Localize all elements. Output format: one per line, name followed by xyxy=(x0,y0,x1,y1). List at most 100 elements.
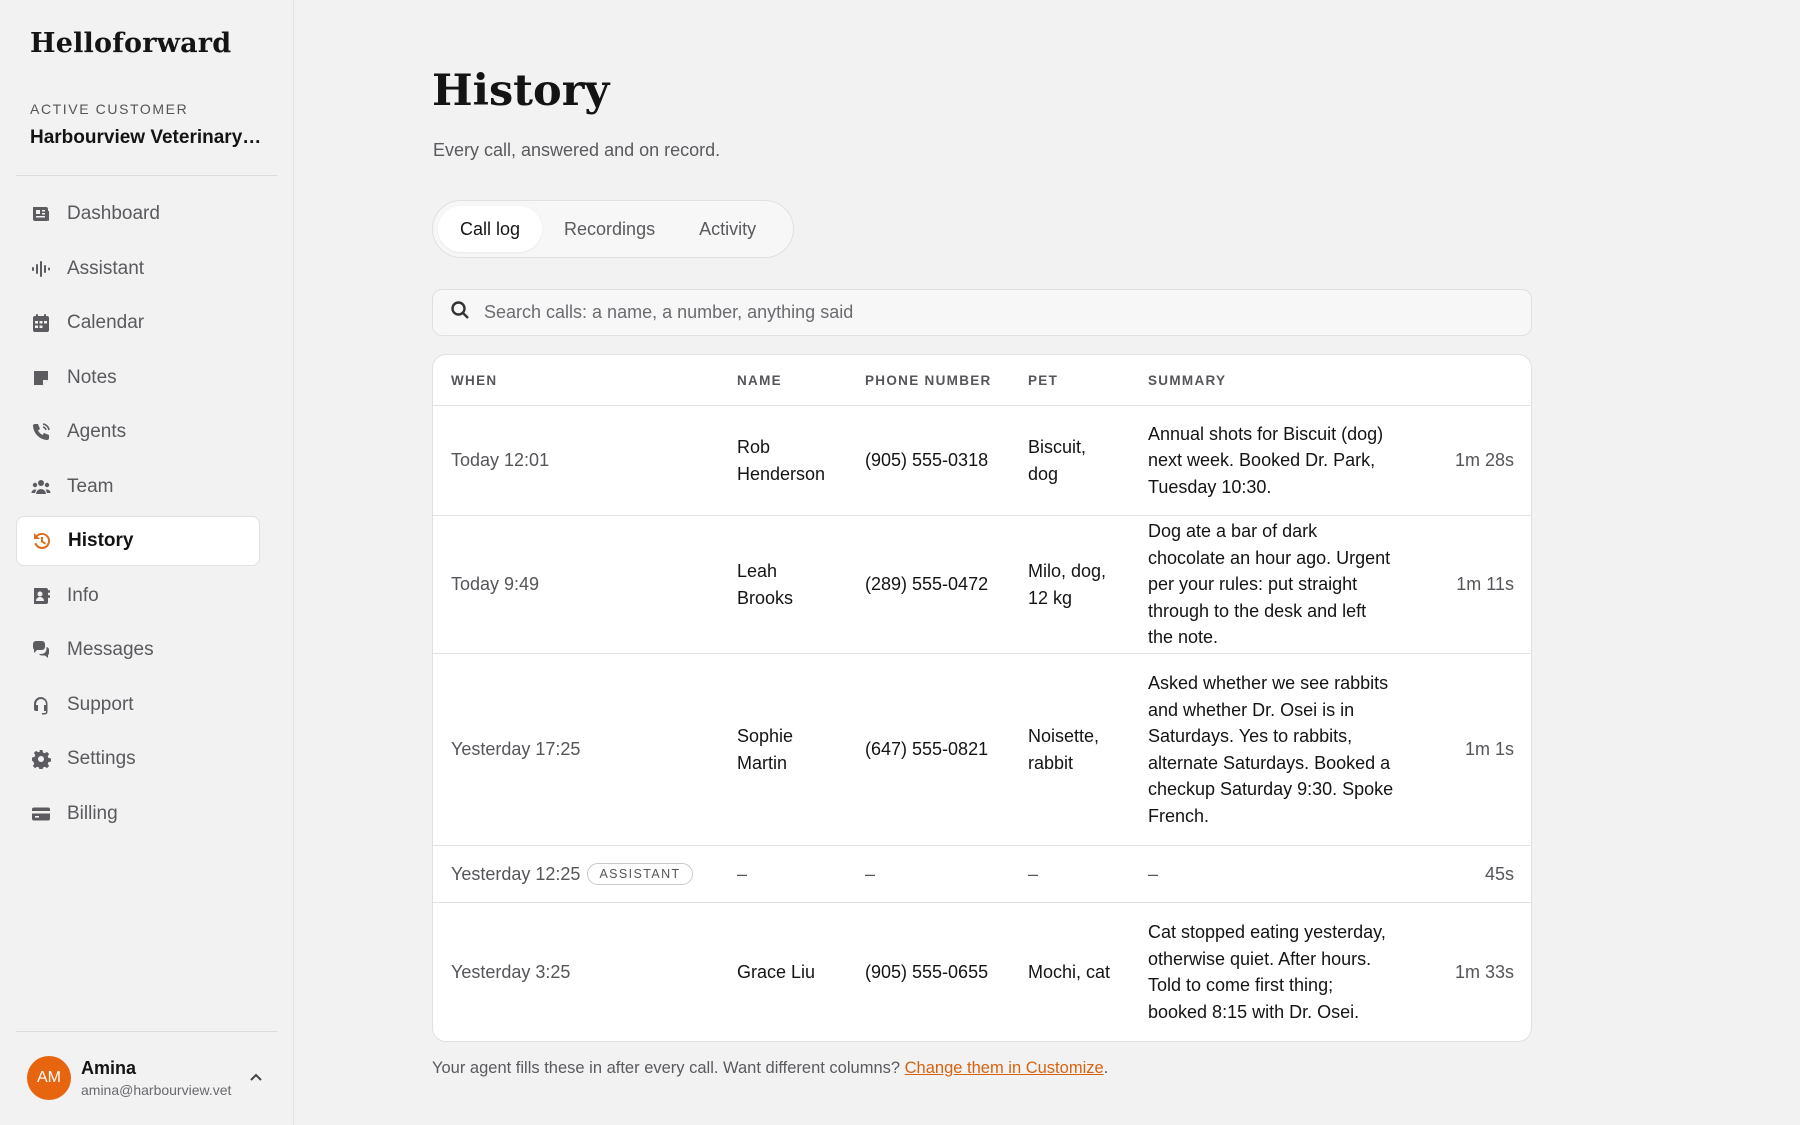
call-summary: Cat stopped eating yesterday, otherwise … xyxy=(1148,922,1386,1022)
call-summary: Annual shots for Biscuit (dog) next week… xyxy=(1148,423,1384,497)
caller-name: Leah Brooks xyxy=(737,561,794,608)
sidebar-item-label: Info xyxy=(67,584,99,606)
sidebar-item-label: Assistant xyxy=(67,257,145,279)
assistant-badge: ASSISTANT xyxy=(587,863,693,885)
table-row[interactable]: Today 9:49 Leah Brooks (289) 555-0472 Milo,… xyxy=(433,516,1531,654)
sidebar-item-billing[interactable]: Billing xyxy=(16,789,260,839)
sidebar-item-label: Team xyxy=(67,475,114,497)
call-duration: 45s xyxy=(1484,863,1514,884)
dashboard-icon xyxy=(30,203,52,225)
footnote-text: Your agent fills these in after every ca… xyxy=(432,1059,905,1077)
sidebar-item-label: Agents xyxy=(67,421,127,442)
call-log-table: WHEN NAME PHONE NUMBER PET SUMMARY Today 12:… xyxy=(432,354,1532,1042)
active-customer-label: ACTIVE CUSTOMER xyxy=(30,101,189,117)
history-icon xyxy=(31,530,53,552)
sidebar-item-info[interactable]: Info xyxy=(16,571,260,621)
pet-info: Milo, dog, 12 kg xyxy=(1028,561,1107,608)
sidebar-item-history[interactable]: History xyxy=(16,516,260,566)
caller-name: Rob Henderson xyxy=(737,437,826,484)
call-duration: 1m 33s xyxy=(1454,961,1514,982)
sidebar-item-settings[interactable]: Settings xyxy=(16,734,260,784)
call-duration: 1m 28s xyxy=(1454,450,1514,471)
calendar-icon xyxy=(30,312,52,334)
caller-name: Sophie Martin xyxy=(737,726,794,773)
sidebar-item-label: Support xyxy=(67,693,134,715)
table-row[interactable]: Today 12:01 Rob Henderson (905) 555-0318 Bi… xyxy=(433,406,1531,516)
table-body: Today 12:01 Rob Henderson (905) 555-0318 Bi… xyxy=(433,406,1531,1041)
pet-info: Noisette, rabbit xyxy=(1028,726,1100,773)
team-icon xyxy=(30,476,52,498)
sidebar-item-notes[interactable]: Notes xyxy=(16,353,260,403)
note-icon xyxy=(30,367,52,389)
sidebar-item-assistant[interactable]: Assistant xyxy=(16,244,260,294)
column-header-summary: SUMMARY xyxy=(1148,372,1227,388)
caller-phone: – xyxy=(865,863,876,884)
chevron-up-icon[interactable] xyxy=(247,1069,265,1087)
sidebar-item-label: Dashboard xyxy=(67,203,160,224)
sidebar-item-label: Calendar xyxy=(67,312,145,333)
user-menu[interactable]: AM Amina amina@harbourview.vet xyxy=(27,1052,277,1104)
sidebar-item-dashboard[interactable]: Dashboard xyxy=(16,189,260,239)
column-header-when: WHEN xyxy=(451,372,498,388)
search-input[interactable] xyxy=(484,302,1484,323)
call-summary: – xyxy=(1148,863,1159,884)
column-header-name: NAME xyxy=(737,372,782,388)
caller-phone: (905) 555-0655 xyxy=(865,961,989,982)
sidebar-item-calendar[interactable]: Calendar xyxy=(16,298,260,348)
footnote: Your agent fills these in after every ca… xyxy=(432,1059,1108,1078)
footnote-end: . xyxy=(1103,1059,1109,1077)
column-header-phone-number: PHONE NUMBER xyxy=(865,372,992,388)
caller-phone: (905) 555-0318 xyxy=(865,450,989,471)
user-email: amina@harbourview.vet xyxy=(81,1082,232,1098)
sidebar-divider xyxy=(16,175,277,176)
call-when: Yesterday 3:25 xyxy=(433,959,719,986)
sidebar-item-messages[interactable]: Messages xyxy=(16,625,260,675)
caller-phone: (647) 555-0821 xyxy=(865,739,989,760)
caller-phone: (289) 555-0472 xyxy=(865,574,989,595)
sidebar: Helloforward ACTIVE CUSTOMER Harbourview… xyxy=(0,0,294,1125)
chat-icon xyxy=(30,639,52,661)
table-row[interactable]: Yesterday 12:25 ASSISTANT – – – – 45s xyxy=(433,846,1531,903)
sidebar-item-label: Messages xyxy=(67,639,154,660)
brand-logo[interactable]: Helloforward xyxy=(30,28,231,59)
search-icon xyxy=(450,300,484,325)
search-bar[interactable] xyxy=(432,289,1532,336)
tab-recordings[interactable]: Recordings xyxy=(542,206,677,252)
sidebar-item-label: Settings xyxy=(67,748,136,769)
call-summary: Asked whether we see rabbits and whether… xyxy=(1148,673,1394,826)
call-when: Today 12:01 xyxy=(433,447,719,474)
table-header: WHEN NAME PHONE NUMBER PET SUMMARY xyxy=(433,355,1531,406)
sidebar-item-label: History xyxy=(68,530,134,551)
user-name: Amina xyxy=(81,1058,137,1078)
view-tabs: Call log Recordings Activity xyxy=(432,200,794,258)
user-info: Amina amina@harbourview.vet xyxy=(81,1058,235,1098)
sidebar-item-support[interactable]: Support xyxy=(16,680,260,730)
call-time: Today 9:49 xyxy=(451,574,540,595)
page-subtitle: Every call, answered and on record. xyxy=(433,140,721,160)
pet-info: Biscuit, dog xyxy=(1028,437,1087,484)
call-time: Today 12:01 xyxy=(451,450,550,471)
call-when: Yesterday 17:25 xyxy=(433,736,719,763)
phone-icon xyxy=(30,421,52,443)
pet-info: – xyxy=(1028,863,1039,884)
customize-link[interactable]: Change them in Customize xyxy=(905,1059,1104,1077)
call-summary: Dog ate a bar of dark chocolate an hour … xyxy=(1148,521,1391,648)
waveform-icon xyxy=(30,258,52,280)
page-title: History xyxy=(432,66,610,116)
tab-activity[interactable]: Activity xyxy=(677,206,778,252)
caller-name: – xyxy=(737,863,748,884)
tab-call-log[interactable]: Call log xyxy=(438,206,543,252)
sidebar-item-team[interactable]: Team xyxy=(16,462,260,512)
table-row[interactable]: Yesterday 3:25 Grace Liu (905) 555-0655 Moc… xyxy=(433,903,1531,1041)
table-row[interactable]: Yesterday 17:25 Sophie Martin (647) 555-08… xyxy=(433,654,1531,846)
call-duration: 1m 1s xyxy=(1464,739,1514,760)
headset-icon xyxy=(30,694,52,716)
pet-info: Mochi, cat xyxy=(1028,961,1111,982)
contact-card-icon xyxy=(30,585,52,607)
sidebar-item-label: Notes xyxy=(67,366,117,388)
gear-icon xyxy=(30,748,52,770)
call-time: Yesterday 12:25 xyxy=(451,863,581,884)
active-customer-name[interactable]: Harbourview Veterinary Clinic xyxy=(30,127,266,149)
card-icon xyxy=(30,803,52,825)
sidebar-item-agents[interactable]: Agents xyxy=(16,407,260,457)
